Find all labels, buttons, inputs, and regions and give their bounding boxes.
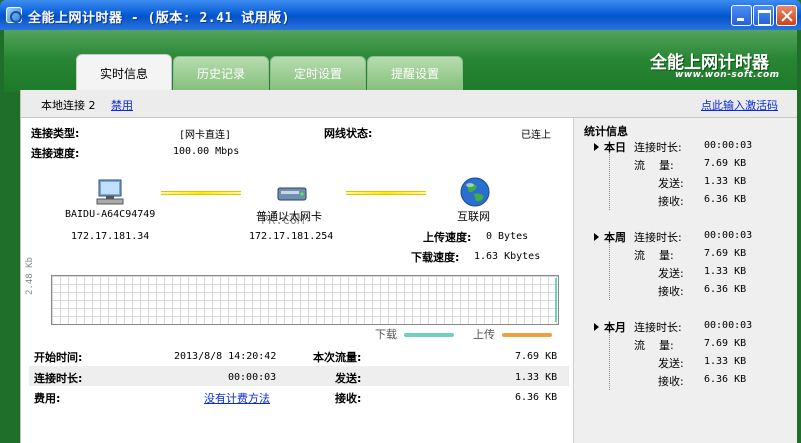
conn-type-value: [网卡直连] bbox=[179, 130, 232, 141]
month-duration-value: 00:00:03 bbox=[704, 320, 753, 331]
brand-url: www.won-soft.com bbox=[675, 70, 780, 80]
month-sent-value: 1.33 KB bbox=[704, 356, 747, 367]
conn-speed-label: 连接速度: bbox=[31, 147, 80, 160]
start-time-value: 2013/8/8 14:20:42 bbox=[174, 351, 277, 362]
legend-upload-swatch bbox=[502, 333, 552, 337]
week-arrow-icon bbox=[594, 233, 599, 241]
legend-download-swatch bbox=[404, 333, 454, 337]
tab-schedule-settings[interactable]: 定时设置 bbox=[270, 56, 366, 90]
week-traffic-value: 7.69 KB bbox=[704, 248, 747, 259]
session-traffic-value: 7.69 KB bbox=[515, 351, 558, 362]
stats-guide-line bbox=[609, 146, 610, 210]
adapter-ip: 172.17.181.254 bbox=[249, 231, 334, 242]
computer-ip: 172.17.181.34 bbox=[71, 231, 150, 242]
line-status-value: 已连上 bbox=[521, 130, 551, 141]
stats-guide-line bbox=[609, 236, 610, 300]
computer-icon bbox=[96, 179, 124, 205]
week-recv-value: 6.36 KB bbox=[704, 284, 747, 295]
month-group-label: 本月 bbox=[604, 321, 626, 334]
stats-panel: 统计信息 本日 连接时长: 00:00:03 流 量: 7.69 KB 发送: … bbox=[573, 118, 797, 443]
day-arrow-icon bbox=[594, 143, 599, 151]
maximize-button[interactable] bbox=[753, 5, 774, 26]
download-speed-value: 1.63 Kbytes bbox=[474, 251, 541, 262]
tab-reminder-settings[interactable]: 提醒设置 bbox=[367, 56, 463, 90]
day-duration-label: 连接时长: bbox=[634, 141, 682, 154]
duration-label: 连接时长: bbox=[34, 372, 83, 385]
activate-code-link[interactable]: 点此输入激活码 bbox=[701, 97, 778, 113]
week-sent-value: 1.33 KB bbox=[704, 266, 747, 277]
day-recv-label: 接收: bbox=[658, 195, 684, 208]
upload-speed-label: 上传速度: bbox=[423, 231, 472, 244]
no-billing-method-link[interactable]: 没有计费方法 bbox=[204, 390, 270, 406]
conn-speed-value: 100.00 Mbps bbox=[173, 146, 240, 157]
window-title: 全能上网计时器 - (版本: 2.41 试用版) bbox=[28, 11, 290, 26]
day-traffic-label: 流 量: bbox=[634, 159, 674, 172]
tab-history[interactable]: 历史记录 bbox=[173, 56, 269, 90]
month-recv-label: 接收: bbox=[658, 375, 684, 388]
start-time-label: 开始时间: bbox=[34, 351, 83, 364]
session-row-stripe bbox=[29, 366, 569, 386]
disable-link[interactable]: 禁用 bbox=[111, 97, 133, 113]
watermark-text: PK.COM bbox=[261, 213, 305, 227]
upload-speed-value: 0 Bytes bbox=[486, 231, 529, 242]
session-traffic-label: 本次流量: bbox=[313, 351, 362, 364]
graph-download-trace bbox=[555, 278, 557, 322]
graph-scale-label: 2.48 Kb bbox=[25, 257, 35, 295]
title-bar[interactable]: 全能上网计时器 - (版本: 2.41 试用版) bbox=[0, 0, 801, 30]
week-group-label: 本周 bbox=[604, 231, 626, 244]
download-speed-label: 下载速度: bbox=[411, 251, 460, 264]
day-recv-value: 6.36 KB bbox=[704, 194, 747, 205]
week-recv-label: 接收: bbox=[658, 285, 684, 298]
month-arrow-icon bbox=[594, 323, 599, 331]
tab-realtime-info[interactable]: 实时信息 bbox=[76, 54, 172, 92]
legend-upload-label: 上传 bbox=[473, 328, 495, 341]
day-group-label: 本日 bbox=[604, 141, 626, 154]
week-duration-value: 00:00:03 bbox=[704, 230, 753, 241]
line-status-label: 网线状态: bbox=[324, 127, 373, 140]
week-duration-label: 连接时长: bbox=[634, 231, 682, 244]
close-button[interactable] bbox=[776, 5, 797, 26]
stats-guide-line bbox=[609, 326, 610, 390]
conn-type-label: 连接类型: bbox=[31, 127, 80, 140]
computer-name: BAIDU-A64C94749 bbox=[65, 209, 156, 220]
month-recv-value: 6.36 KB bbox=[704, 374, 747, 385]
link-line-computer-adapter bbox=[161, 191, 241, 195]
network-adapter-icon bbox=[277, 187, 307, 201]
week-traffic-label: 流 量: bbox=[634, 249, 674, 262]
traffic-graph bbox=[51, 275, 559, 325]
stats-title: 统计信息 bbox=[584, 125, 628, 138]
minimize-button[interactable] bbox=[731, 5, 752, 26]
week-sent-label: 发送: bbox=[658, 267, 684, 280]
day-sent-value: 1.33 KB bbox=[704, 176, 747, 187]
session-sent-value: 1.33 KB bbox=[515, 372, 558, 383]
duration-value: 00:00:03 bbox=[228, 372, 277, 383]
month-sent-label: 发送: bbox=[658, 357, 684, 370]
internet-label: 互联网 bbox=[457, 210, 490, 223]
connection-name: 本地连接 2 bbox=[41, 99, 96, 112]
session-recv-label: 接收: bbox=[335, 392, 362, 405]
main-panel: 本地连接 2 禁用 点此输入激活码 连接类型: [网卡直连] 网线状态: 已连上… bbox=[20, 90, 797, 443]
session-sent-label: 发送: bbox=[335, 372, 362, 385]
day-duration-value: 00:00:03 bbox=[704, 140, 753, 151]
day-sent-label: 发送: bbox=[658, 177, 684, 190]
connection-bar: 本地连接 2 禁用 点此输入激活码 bbox=[21, 90, 797, 118]
day-traffic-value: 7.69 KB bbox=[704, 158, 747, 169]
link-line-adapter-internet bbox=[346, 191, 426, 195]
internet-globe-icon bbox=[460, 177, 490, 207]
app-icon[interactable] bbox=[6, 7, 22, 23]
month-traffic-value: 7.69 KB bbox=[704, 338, 747, 349]
fee-label: 费用: bbox=[34, 392, 61, 405]
month-traffic-label: 流 量: bbox=[634, 339, 674, 352]
month-duration-label: 连接时长: bbox=[634, 321, 682, 334]
session-recv-value: 6.36 KB bbox=[515, 392, 558, 403]
legend-download-label: 下载 bbox=[375, 328, 397, 341]
